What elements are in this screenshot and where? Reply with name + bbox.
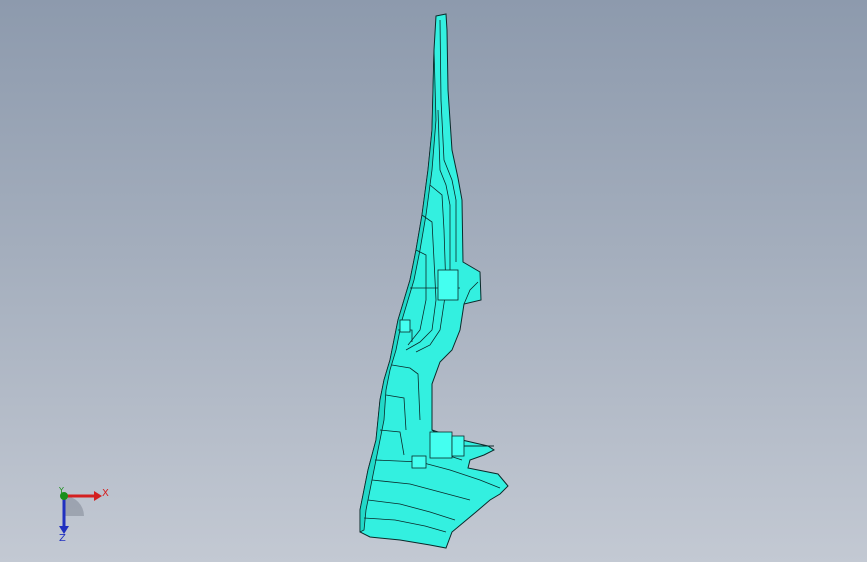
z-axis-label: Z <box>59 533 66 544</box>
triad-shadow-icon <box>64 496 84 516</box>
graphics-viewport[interactable]: X Y Z <box>0 0 867 562</box>
3d-part-model[interactable] <box>0 0 867 562</box>
y-axis-label: Y <box>59 486 64 495</box>
x-axis-label: X <box>102 488 109 499</box>
coordinate-triad: X Y Z <box>44 482 114 548</box>
x-axis-arrowhead-icon <box>94 491 102 501</box>
